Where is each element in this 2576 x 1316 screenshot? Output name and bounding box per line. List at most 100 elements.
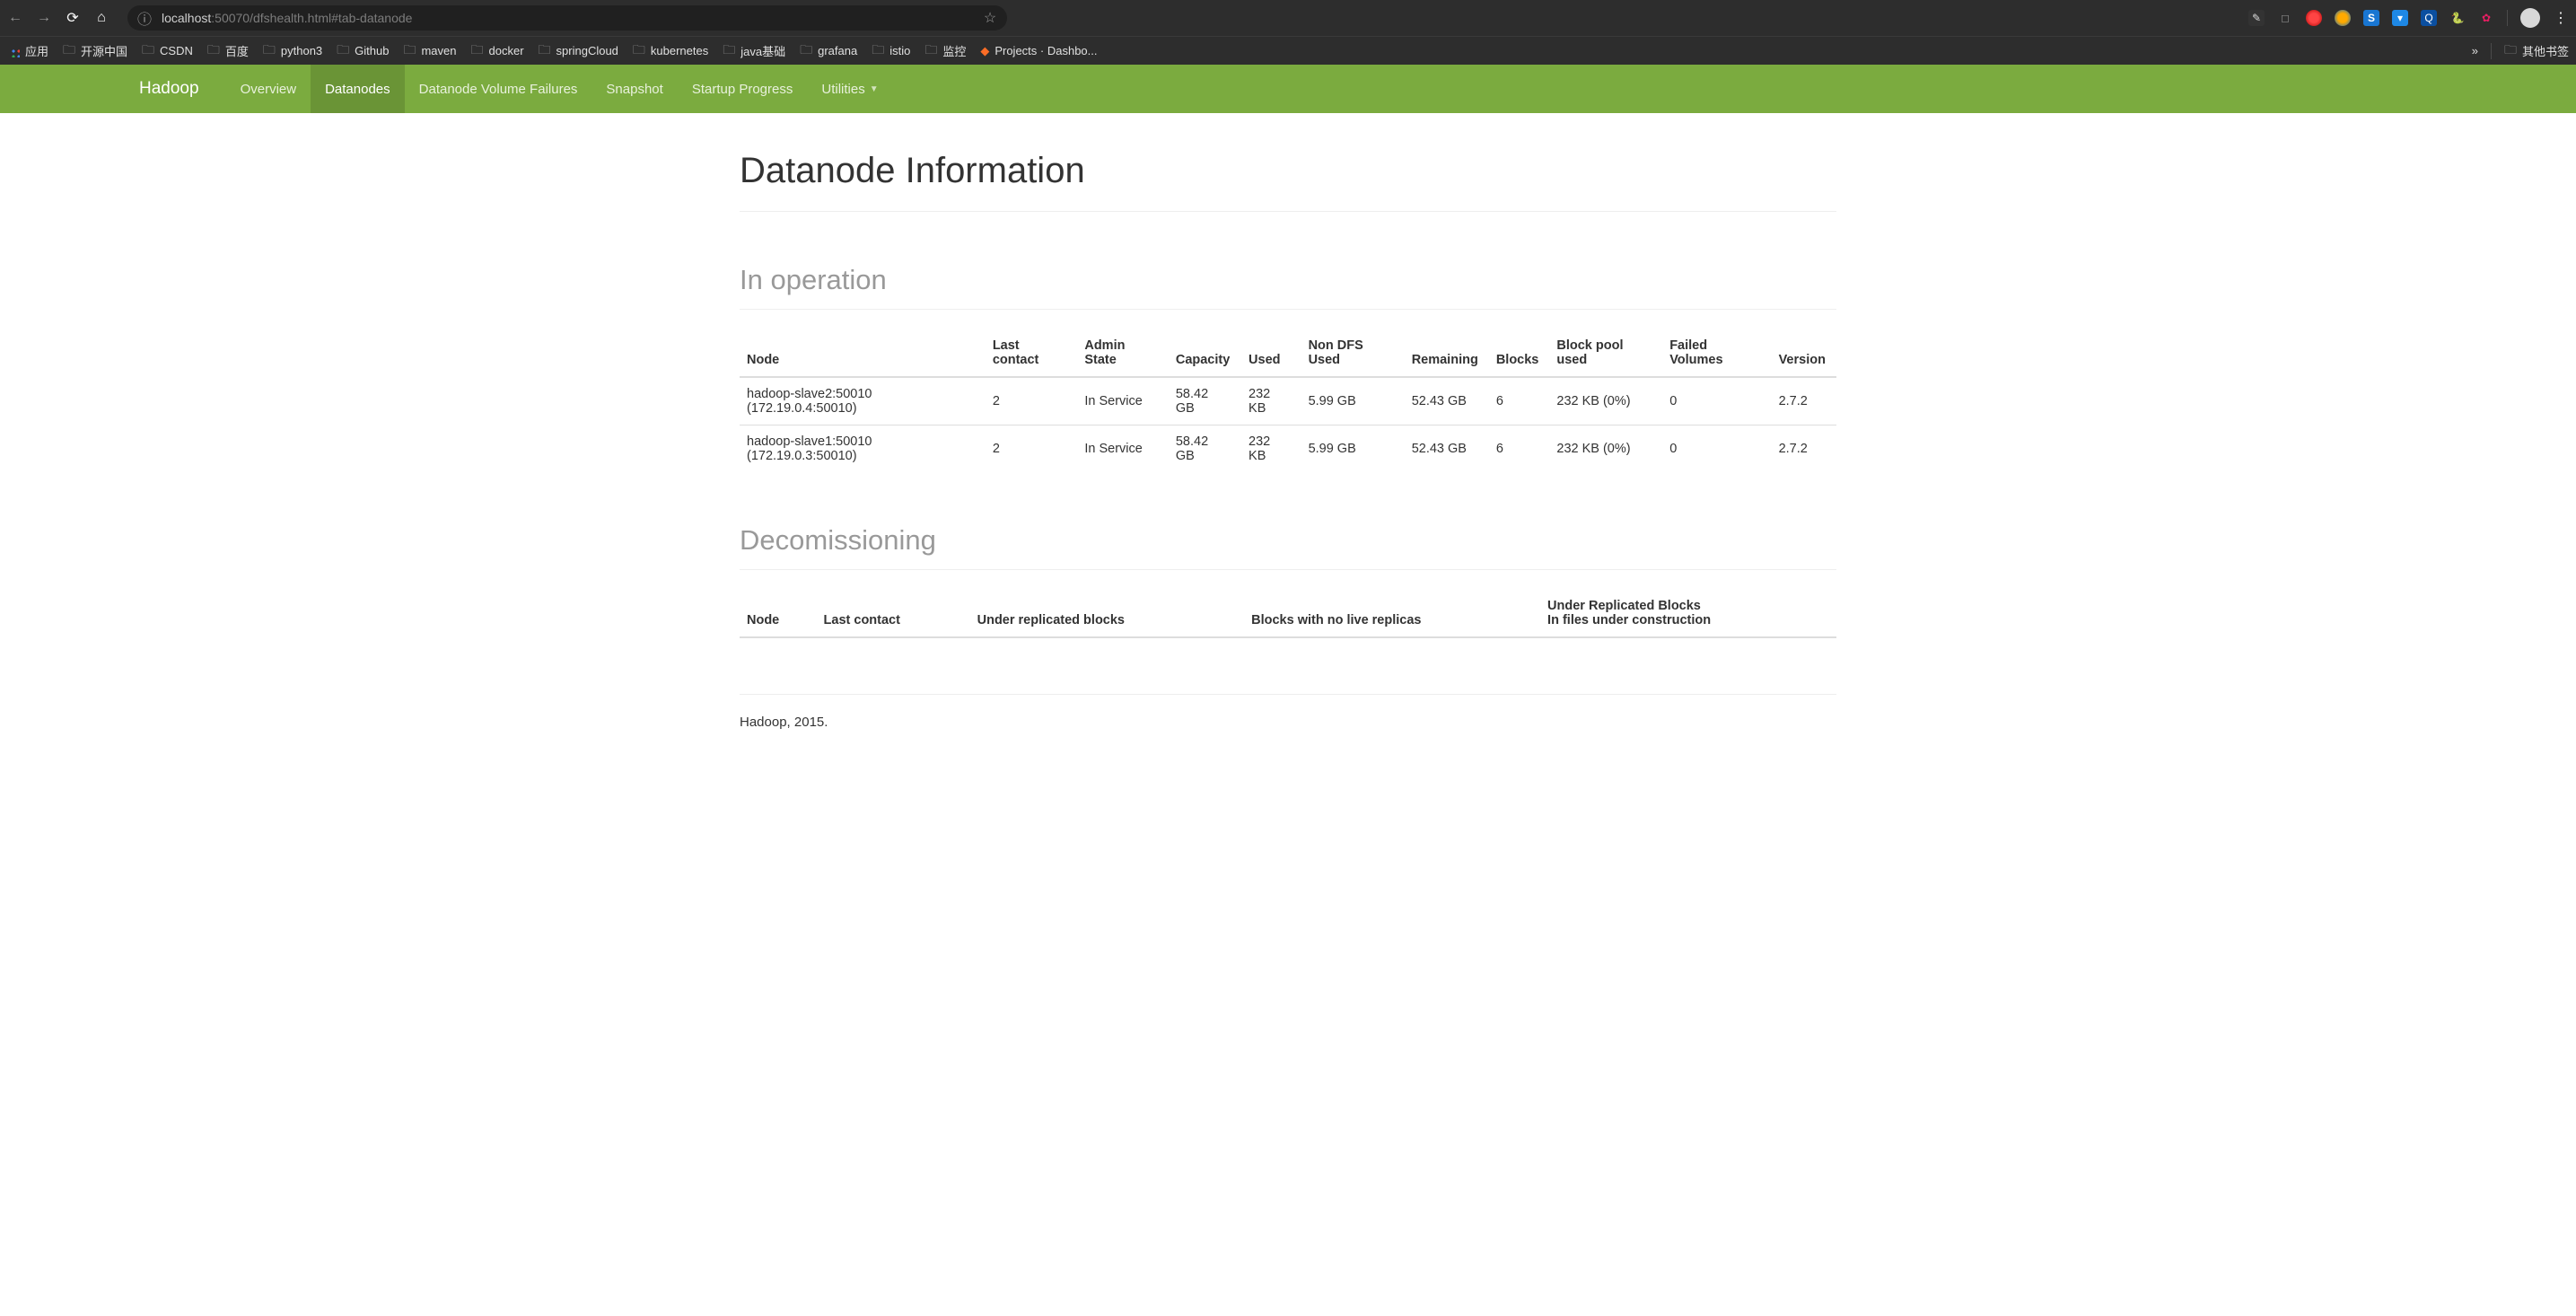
table-cell: 2	[986, 377, 1078, 426]
folder-icon: 🗀	[337, 40, 349, 62]
nav-item-label: Snapshot	[606, 82, 662, 97]
bookmark-folder[interactable]: 🗀 springCloud	[539, 40, 618, 62]
section-in-operation: In operation	[740, 212, 1836, 310]
forward-icon[interactable]: →	[36, 10, 52, 26]
hadoop-brand[interactable]: Hadoop	[139, 65, 226, 113]
bookmark-label: kubernetes	[651, 44, 708, 57]
table-row: hadoop-slave2:50010 (172.19.0.4:50010)2I…	[740, 377, 1836, 426]
table-cell: 232 KB (0%)	[1549, 426, 1662, 473]
table-cell: hadoop-slave1:50010 (172.19.0.3:50010)	[740, 426, 986, 473]
in-operation-table: NodeLast contactAdmin StateCapacityUsedN…	[740, 329, 1836, 472]
column-header: Non DFS Used	[1301, 329, 1405, 377]
footer-text: Hadoop, 2015.	[740, 715, 1836, 730]
column-header: Version	[1772, 329, 1836, 377]
ext-icon-2[interactable]	[2306, 10, 2322, 26]
other-bookmarks-label: 其他书签	[2522, 42, 2569, 59]
info-icon[interactable]: ⓘ	[136, 7, 153, 29]
bookmark-label: CSDN	[160, 44, 193, 57]
column-header: Under Replicated Blocks In files under c…	[1540, 590, 1836, 637]
folder-icon: 🗀	[207, 40, 220, 62]
table-cell: 6	[1489, 377, 1550, 426]
column-header: Used	[1241, 329, 1301, 377]
folder-icon: 🗀	[633, 40, 645, 62]
nav-utilities[interactable]: Utilities ▼	[807, 65, 892, 113]
profile-avatar[interactable]	[2520, 8, 2540, 28]
column-header: Block pool used	[1549, 329, 1662, 377]
ext-icon-1[interactable]: ✎	[2248, 10, 2265, 26]
bookmark-folder[interactable]: 🗀maven	[403, 40, 456, 62]
bookmark-folder[interactable]: 🗀 CSDN	[142, 40, 193, 62]
bookmark-folder[interactable]: 🗀监控	[924, 40, 966, 62]
bookmark-label: grafana	[818, 44, 857, 57]
bookmark-folder[interactable]: 🗀docker	[471, 40, 524, 62]
bookmarks-bar: 应用 🗀开源中国🗀CSDN🗀百度🗀python3🗀Github🗀maven🗀do…	[0, 36, 2576, 65]
ext-icon-5[interactable]: Q	[2421, 10, 2437, 26]
column-header: Under replicated blocks	[970, 590, 1245, 637]
other-bookmarks[interactable]: 🗀 其他书签	[2504, 40, 2569, 62]
page-container: Datanode Information In operation NodeLa…	[740, 113, 1836, 757]
table-cell: In Service	[1077, 377, 1169, 426]
ext-icon-4[interactable]: ▾	[2392, 10, 2408, 26]
table-cell: 2.7.2	[1772, 426, 1836, 473]
folder-icon: 🗀	[263, 40, 276, 62]
bookmark-label: 开源中国	[81, 42, 127, 59]
bookmark-folder[interactable]: 🗀 kubernetes	[633, 40, 708, 62]
folder-icon: 🗀	[63, 40, 75, 62]
footer-rule	[740, 694, 1836, 695]
ext-icon-3[interactable]	[2335, 10, 2351, 26]
page-title: Datanode Information	[740, 113, 1836, 212]
folder-icon: 🗀	[142, 40, 154, 62]
ext-bookmark-outline-icon[interactable]: ◻	[2277, 10, 2293, 26]
apps-button[interactable]: 应用	[7, 42, 48, 59]
bookmark-folder[interactable]: 🗀 java基础	[723, 40, 785, 62]
url-text: localhost:50070/dfshealth.html#tab-datan…	[162, 11, 973, 25]
bookmark-folder[interactable]: 🗀istio	[872, 40, 910, 62]
nav-startup-progress[interactable]: Startup Progress	[678, 65, 808, 113]
column-header: Blocks	[1489, 329, 1550, 377]
url-rest: :50070/dfshealth.html#tab-datanode	[211, 11, 412, 25]
nav-item-label: Datanode Volume Failures	[419, 82, 578, 97]
folder-icon: 🗀	[471, 40, 484, 62]
nav-datanode-volume-failures[interactable]: Datanode Volume Failures	[405, 65, 592, 113]
ext-python-icon[interactable]: 🐍	[2449, 10, 2466, 26]
folder-icon: 🗀	[872, 40, 884, 62]
bookmark-gitlab[interactable]: ◆ Projects · Dashbo...	[980, 44, 1097, 58]
nav-snapshot[interactable]: Snapshot	[591, 65, 677, 113]
reload-icon[interactable]: ⟳	[65, 9, 81, 27]
toolbar-divider	[2507, 10, 2508, 26]
nav-datanodes[interactable]: Datanodes	[311, 65, 405, 113]
table-cell: 2.7.2	[1772, 377, 1836, 426]
home-icon[interactable]: ⌂	[93, 10, 110, 26]
table-cell: 5.99 GB	[1301, 426, 1405, 473]
column-header: Admin State	[1077, 329, 1169, 377]
ext-icon-s[interactable]: S	[2363, 10, 2379, 26]
nav-overview[interactable]: Overview	[226, 65, 311, 113]
bookmarks-divider	[2491, 43, 2492, 59]
bookmark-folder[interactable]: 🗀python3	[263, 40, 322, 62]
bookmark-label: Github	[355, 44, 389, 57]
table-cell: 0	[1662, 377, 1771, 426]
folder-icon: 🗀	[539, 40, 551, 62]
bookmarks-overflow[interactable]: »	[2472, 44, 2478, 57]
gitlab-icon: ◆	[980, 44, 989, 58]
bookmark-folder[interactable]: 🗀 百度	[207, 40, 249, 62]
bookmark-label: springCloud	[556, 44, 618, 57]
table-cell: 6	[1489, 426, 1550, 473]
bookmark-folder[interactable]: 🗀 Github	[337, 40, 389, 62]
nav-item-label: Utilities	[821, 82, 864, 97]
bookmark-label: 百度	[225, 42, 249, 59]
star-icon[interactable]: ☆	[982, 9, 998, 27]
bookmark-label: java基础	[740, 42, 785, 59]
browser-menu-icon[interactable]: ⋮	[2553, 9, 2569, 27]
apps-icon	[7, 45, 20, 57]
back-icon[interactable]: ←	[7, 10, 23, 26]
hadoop-navbar: Hadoop OverviewDatanodes Datanode Volume …	[0, 65, 2576, 113]
bookmark-folder[interactable]: 🗀 开源中国	[63, 40, 127, 62]
url-bar[interactable]: ⓘ localhost:50070/dfshealth.html#tab-dat…	[127, 5, 1007, 31]
bookmark-folder[interactable]: 🗀grafana	[800, 40, 857, 62]
ext-icon-6[interactable]: ✿	[2478, 10, 2494, 26]
column-header: Last contact	[817, 590, 970, 637]
folder-icon: 🗀	[403, 40, 416, 62]
chevron-down-icon: ▼	[870, 84, 879, 94]
folder-icon: 🗀	[723, 40, 735, 62]
